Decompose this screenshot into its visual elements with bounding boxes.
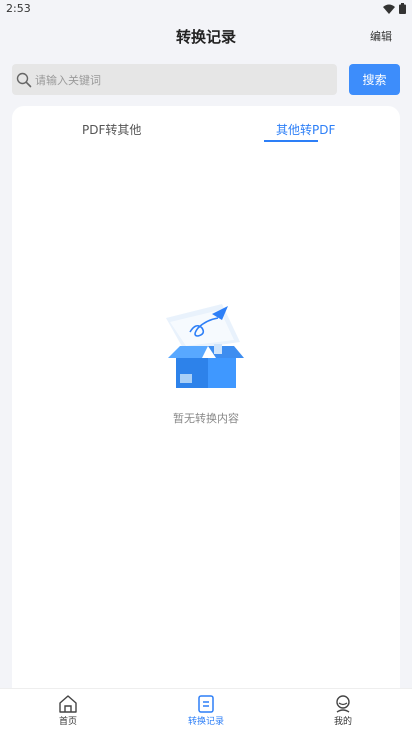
tab-other-to-pdf[interactable]: 其他转PDF <box>276 121 335 138</box>
status-bar: 2:53 <box>0 0 412 20</box>
tab-pdf-to-other[interactable]: PDF转其他 <box>82 121 141 138</box>
bottom-nav: 首页 转换记录 我的 <box>0 688 412 735</box>
search-input[interactable]: 请输入关键词 <box>12 64 337 95</box>
document-icon <box>198 695 214 713</box>
content-card: PDF转其他 其他转PDF <box>12 106 400 706</box>
nav-label-home: 首页 <box>58 717 77 727</box>
nav-item-home[interactable]: 首页 <box>28 695 108 727</box>
active-tab-indicator <box>264 140 318 142</box>
header: 转换记录 编辑 <box>0 20 412 56</box>
nav-item-mine[interactable]: 我的 <box>303 695 383 727</box>
empty-box-illustration <box>166 304 244 388</box>
page-title: 转换记录 <box>175 28 236 46</box>
edit-button[interactable]: 编辑 <box>370 28 392 44</box>
nav-label-mine: 我的 <box>333 717 352 727</box>
search-button[interactable]: 搜索 <box>349 64 400 95</box>
wifi-icon <box>383 4 395 14</box>
empty-state-message: 暂无转换内容 <box>173 412 239 425</box>
status-time: 2:53 <box>6 2 31 15</box>
search-placeholder: 请输入关键词 <box>35 73 101 87</box>
nav-label-records: 转换记录 <box>187 717 224 727</box>
status-icons <box>383 3 406 14</box>
nav-item-records[interactable]: 转换记录 <box>166 695 246 727</box>
battery-icon <box>399 3 406 14</box>
user-icon <box>336 695 350 713</box>
home-icon <box>59 695 77 713</box>
search-icon <box>16 72 32 87</box>
